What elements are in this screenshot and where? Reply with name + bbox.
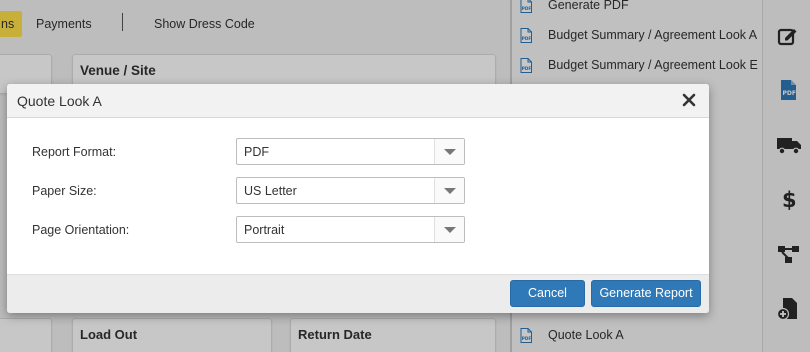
chevron-down-icon	[444, 227, 456, 233]
generate-report-button[interactable]: Generate Report	[591, 280, 701, 307]
cancel-button[interactable]: Cancel	[510, 280, 585, 307]
dialog-title: Quote Look A	[17, 93, 102, 109]
page-orientation-select[interactable]: Portrait	[236, 216, 465, 243]
report-format-select[interactable]: PDF	[236, 138, 465, 165]
page-orientation-label: Page Orientation:	[32, 223, 130, 237]
paper-size-select[interactable]: US Letter	[236, 177, 465, 204]
dropdown-toggle[interactable]	[434, 217, 464, 242]
report-format-value: PDF	[244, 145, 269, 159]
paper-size-label: Paper Size:	[32, 184, 97, 198]
report-format-label: Report Format:	[32, 145, 117, 159]
chevron-down-icon	[444, 149, 456, 155]
report-options-dialog: Quote Look A Report Format: PDF Paper Si…	[7, 84, 709, 313]
report-format-row: Report Format: PDF	[7, 138, 709, 166]
page-orientation-value: Portrait	[244, 223, 285, 237]
dropdown-toggle[interactable]	[434, 178, 464, 203]
dialog-footer: Cancel Generate Report	[7, 274, 709, 313]
paper-size-row: Paper Size: US Letter	[7, 177, 709, 205]
paper-size-value: US Letter	[244, 184, 297, 198]
chevron-down-icon	[444, 188, 456, 194]
dropdown-toggle[interactable]	[434, 139, 464, 164]
page-orientation-row: Page Orientation: Portrait	[7, 216, 709, 244]
close-icon[interactable]	[681, 92, 697, 108]
dialog-header: Quote Look A	[7, 84, 709, 118]
